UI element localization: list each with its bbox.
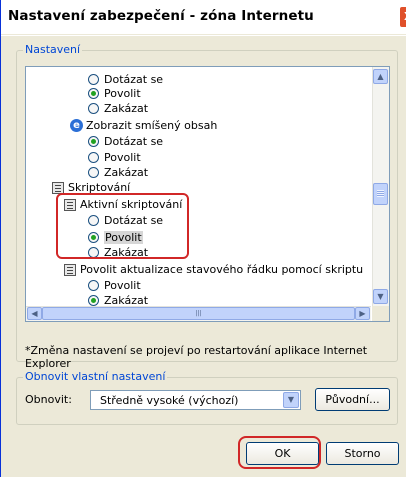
settings-folder-icon	[64, 264, 76, 276]
security-settings-dialog: Nastavení zabezpečení - zóna Internetu X…	[0, 0, 406, 477]
ie-icon: e	[70, 119, 83, 132]
radio-option[interactable]: Dotázat se	[88, 134, 163, 149]
radio-option-label: Povolit	[104, 87, 141, 100]
reset-group-title: Obnovit vlastní nastavení	[23, 370, 168, 383]
close-button[interactable]: X	[399, 6, 406, 28]
radio-option[interactable]: Zakázat	[88, 101, 148, 116]
radio-unchecked-icon[interactable]	[88, 103, 99, 114]
window-title: Nastavení zabezpečení - zóna Internetu	[8, 8, 314, 24]
radio-unchecked-icon[interactable]	[88, 74, 99, 85]
radio-option[interactable]: Povolit	[88, 150, 141, 165]
horizontal-scroll-thumb[interactable]: |||	[42, 307, 355, 320]
scroll-right-button[interactable]: ▶	[355, 307, 370, 320]
annotation-highlight-active-scripting	[56, 193, 189, 259]
title-separator	[1, 35, 406, 36]
radio-unchecked-icon[interactable]	[88, 152, 99, 163]
restart-note: *Změna nastavení se projeví po restartov…	[25, 344, 368, 370]
vertical-scrollbar[interactable]: ▲ ▼	[372, 67, 389, 307]
radio-checked-icon[interactable]	[88, 295, 99, 306]
radio-unchecked-icon[interactable]	[88, 167, 99, 178]
radio-option[interactable]: Povolit	[88, 86, 141, 101]
radio-option-label: Dotázat se	[104, 135, 164, 148]
annotation-highlight-ok	[238, 436, 321, 469]
category-label: Zobrazit smíšený obsah	[86, 119, 218, 132]
radio-checked-icon[interactable]	[88, 88, 99, 99]
radio-option[interactable]: Povolit	[88, 278, 141, 293]
vertical-scroll-thumb[interactable]	[373, 183, 388, 205]
settings-tree-viewport: Dotázat se Povolit Zakázat e Zobrazit smíšen…	[26, 67, 371, 307]
scroll-corner	[372, 306, 389, 321]
radio-option[interactable]: Zakázat	[88, 293, 148, 307]
radio-option[interactable]: Dotázat se	[88, 72, 163, 87]
chevron-down-icon[interactable]: ▼	[283, 392, 299, 408]
radio-option-label: Zakázat	[104, 166, 149, 179]
radio-option-label: Povolit	[104, 279, 141, 292]
radio-unchecked-icon[interactable]	[88, 280, 99, 291]
scroll-up-button[interactable]: ▲	[373, 69, 388, 84]
radio-option-label: Povolit	[104, 151, 141, 164]
settings-group-title: Nastavení	[23, 43, 83, 56]
radio-option[interactable]: Zakázat	[88, 165, 148, 180]
category-label: Povolit aktualizace stavového řádku pomo…	[80, 263, 364, 276]
reset-label: Obnovit:	[25, 393, 72, 406]
reset-level-value: Středně vysoké (výchozí)	[100, 394, 239, 407]
radio-checked-icon[interactable]	[88, 136, 99, 147]
title-bar: Nastavení zabezpečení - zóna Internetu X	[1, 0, 406, 34]
scroll-down-button[interactable]: ▼	[373, 289, 388, 304]
settings-category[interactable]: e Zobrazit smíšený obsah	[70, 118, 217, 133]
settings-category[interactable]: Povolit aktualizace stavového řádku pomo…	[64, 262, 363, 277]
radio-option-label: Dotázat se	[104, 73, 164, 86]
reset-level-select[interactable]: Středně vysoké (výchozí) ▼	[90, 390, 301, 410]
reset-button[interactable]: Původní...	[315, 388, 390, 411]
horizontal-scrollbar[interactable]: ◀ ||| ▶	[26, 306, 371, 321]
radio-option-label: Zakázat	[104, 102, 149, 115]
scroll-left-button[interactable]: ◀	[27, 307, 42, 320]
cancel-button[interactable]: Storno	[326, 442, 399, 465]
